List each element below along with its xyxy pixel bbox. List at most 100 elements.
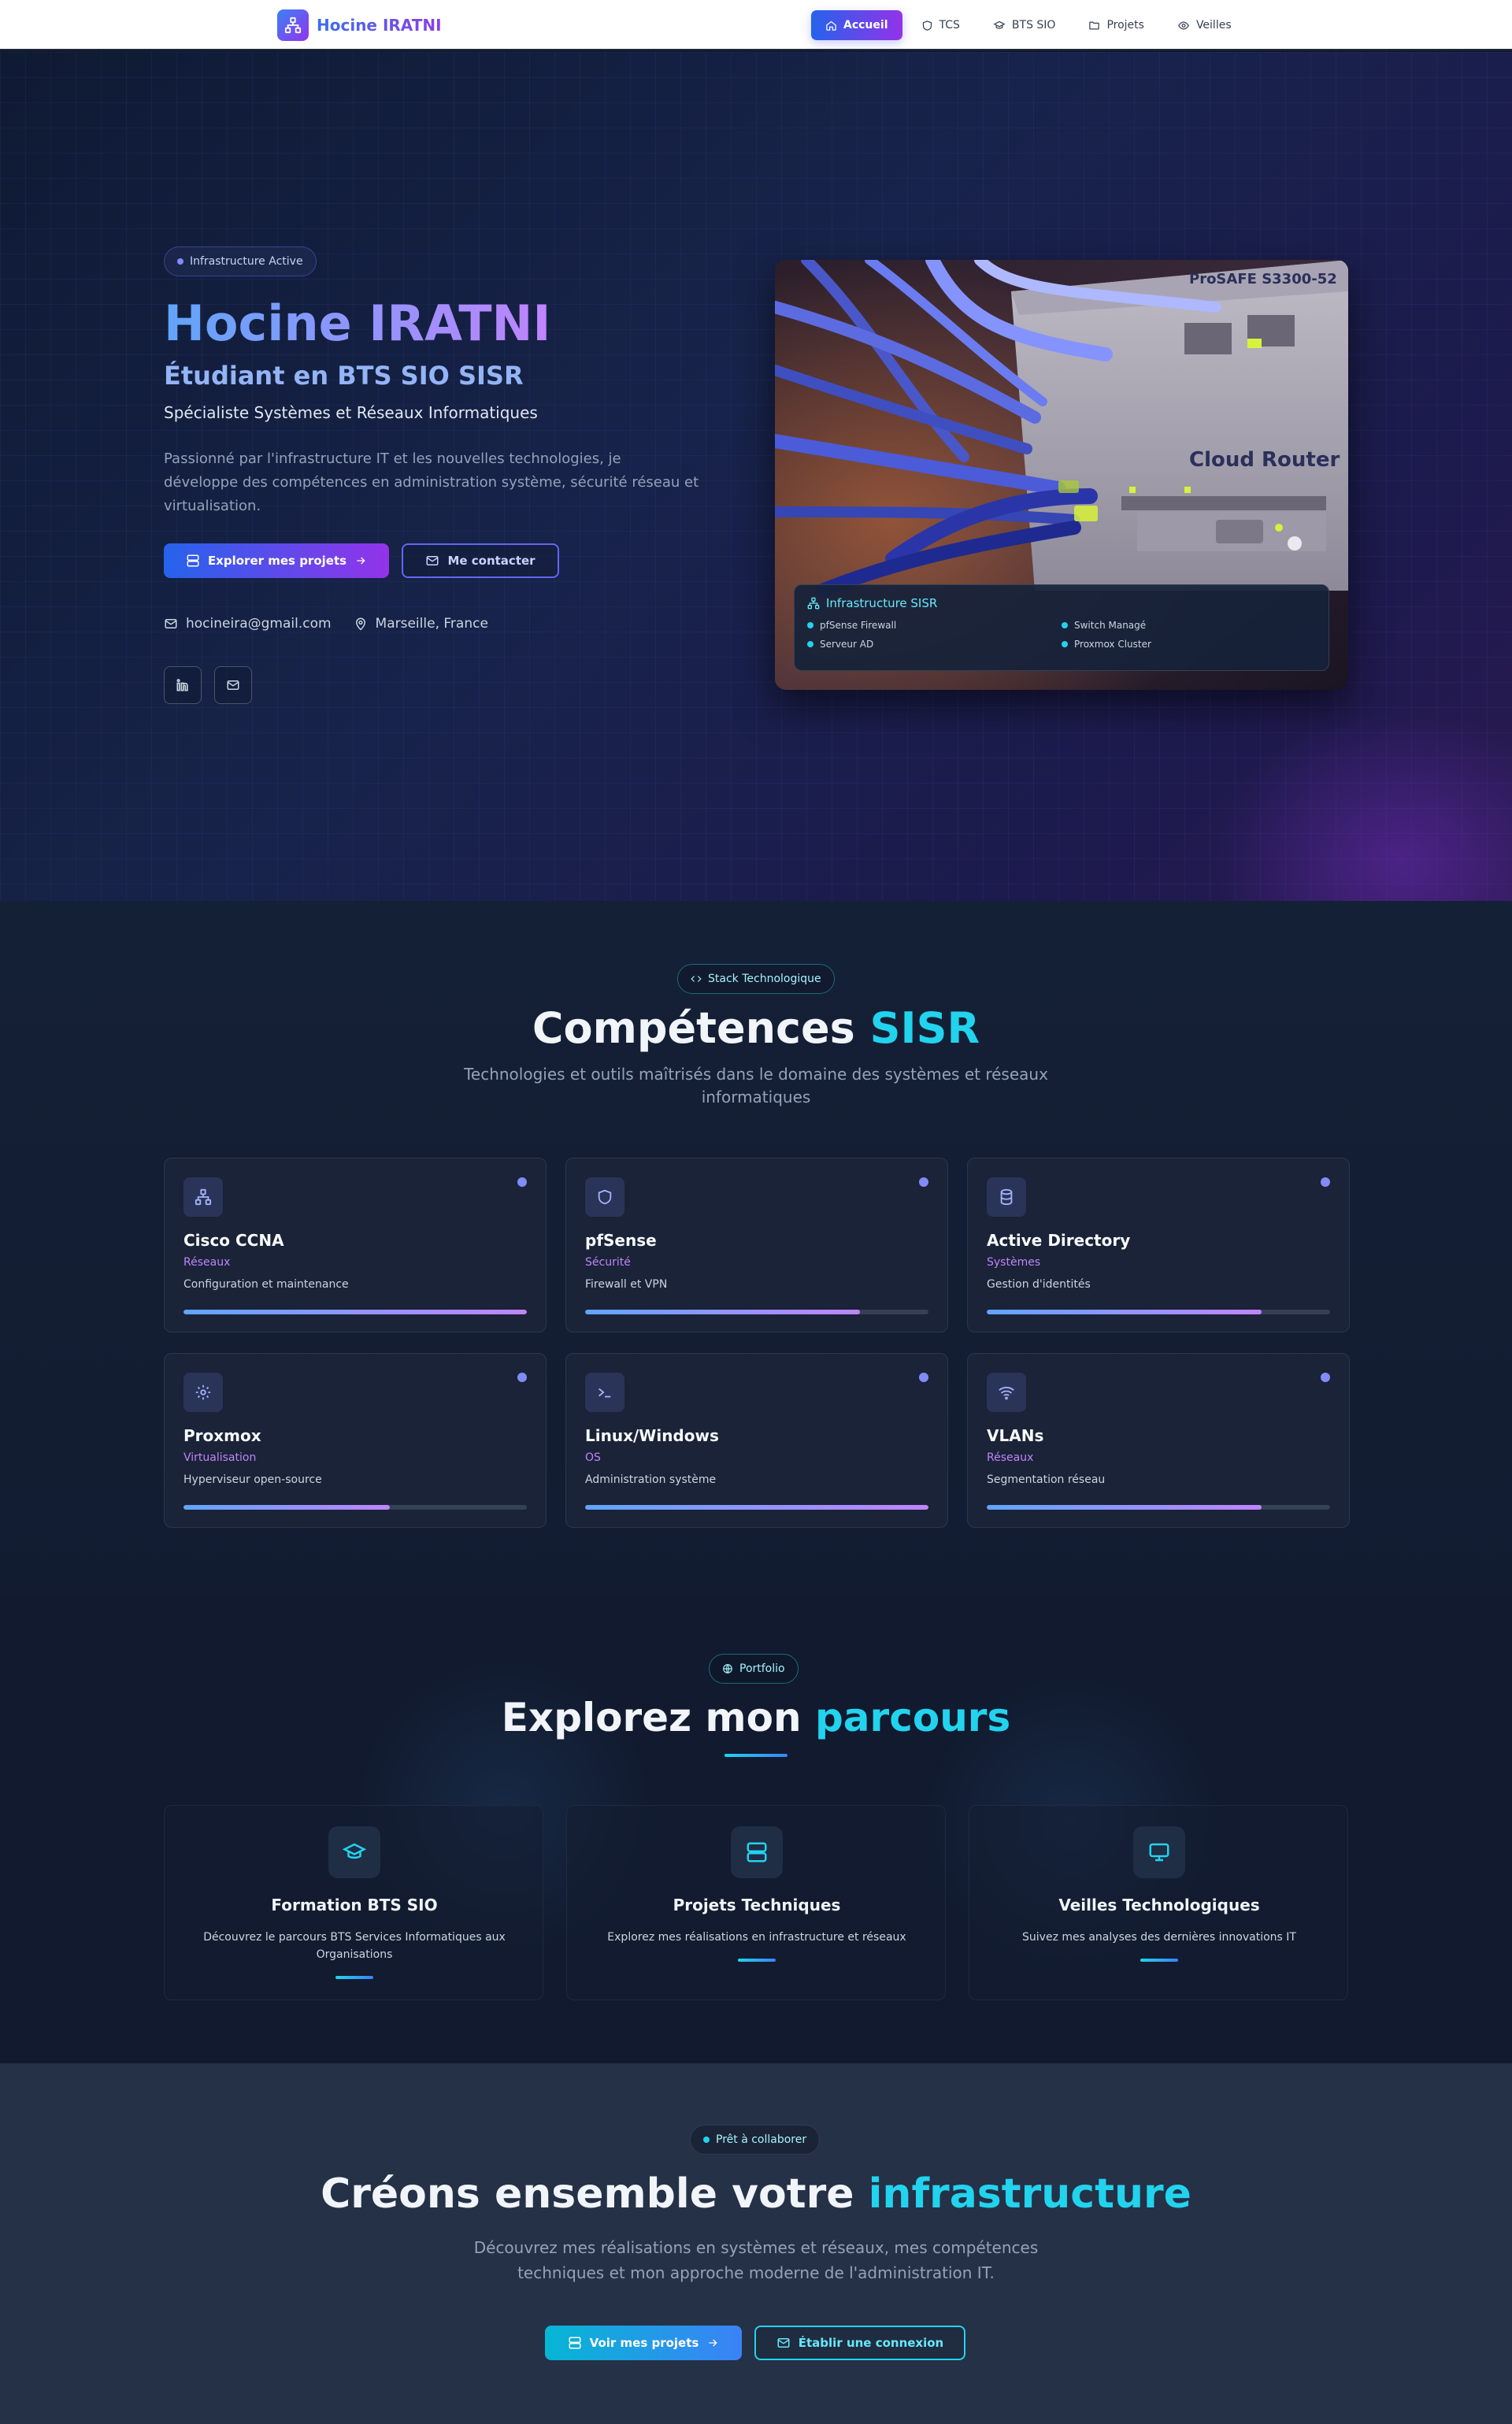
skill-card[interactable]: Cisco CCNA Réseaux Configuration et main… [164,1158,547,1332]
cta-subtitle: Découvrez mes réalisations en systèmes e… [473,2238,1039,2282]
skills-title: Compétences SISR [0,1003,1512,1053]
nav-label: BTS SIO [1011,19,1056,32]
portfolio-card-formation[interactable]: Formation BTS SIO Découvrez le parcours … [164,1805,543,2000]
explore-projects-label: Explorer mes projets [207,554,347,568]
code-icon [691,976,702,982]
status-dot-icon [919,1373,928,1382]
portfolio-card-title: Formation BTS SIO [271,1896,438,1914]
status-dot-icon [1321,1373,1330,1382]
nav-label: Accueil [843,19,888,32]
linkedin-button[interactable] [164,666,202,704]
cta-badge-label: Prêt à collaborer [716,2133,807,2146]
home-icon [826,20,836,31]
status-badge: Infrastructure Active [164,246,317,276]
skill-card[interactable]: Linux/Windows OS Administration système [565,1353,948,1528]
email-text: hocineira@gmail.com [186,616,332,632]
infra-item: Switch Managé [1062,620,1316,631]
skill-description: Hyperviseur open-source [183,1473,322,1486]
mail-icon [777,2338,790,2348]
status-dot-icon [919,1177,928,1187]
skill-card[interactable]: VLANs Réseaux Segmentation réseau [967,1353,1350,1528]
skill-name: Active Directory [987,1231,1131,1250]
brand[interactable]: Hocine IRATNI [277,9,442,41]
mail-icon [227,680,239,690]
mail-icon [165,619,177,628]
nav-item-projets[interactable]: Projets [1074,10,1158,40]
top-navbar: Hocine IRATNI Accueil TCS BTS SIO Projet… [0,0,1512,50]
skill-progress-bar [987,1505,1330,1510]
arrow-right-icon [709,2339,717,2347]
skill-name: Proxmox [183,1426,261,1445]
title-underline [724,1754,788,1757]
nav-label: TCS [939,19,960,32]
hero-name: Hocine IRATNI [164,295,551,352]
main-menu: Accueil TCS BTS SIO Projets Veilles [811,10,1246,40]
skill-description: Configuration et maintenance [183,1278,349,1291]
terminal-icon [585,1373,624,1412]
pulse-dot-icon [177,258,183,265]
skill-card[interactable]: Proxmox Virtualisation Hyperviseur open-… [164,1353,547,1528]
nav-item-accueil[interactable]: Accueil [811,10,902,40]
skill-category: OS [585,1451,601,1464]
portfolio-title: Explorez mon parcours [0,1695,1512,1740]
skill-name: VLANs [987,1426,1044,1445]
hero-specialty: Spécialiste Systèmes et Réseaux Informat… [164,403,538,422]
infra-item: Serveur AD [807,639,1062,650]
skills-badge: Stack Technologique [677,964,835,994]
skills-badge-label: Stack Technologique [708,973,821,985]
connect-button[interactable]: Établir une connexion [754,2326,965,2360]
skill-name: Cisco CCNA [183,1231,284,1250]
skill-category: Réseaux [183,1256,231,1269]
explore-projects-button[interactable]: Explorer mes projets [164,543,389,578]
nav-item-bts-sio[interactable]: BTS SIO [979,10,1070,40]
network-icon [807,597,820,610]
pulse-dot-icon [703,2137,710,2143]
database-icon [987,1177,1026,1217]
portfolio-card-projets[interactable]: Projets Techniques Explorez mes réalisat… [566,1805,946,2000]
portfolio-title-main: Explorez mon [501,1695,802,1740]
nav-label: Projets [1106,19,1144,32]
cta-title-main: Créons ensemble votre [321,2170,854,2218]
infra-item: pfSense Firewall [807,620,1062,631]
infra-item-label: Proxmox Cluster [1074,639,1151,650]
connect-label: Établir une connexion [798,2336,944,2350]
skill-progress-fill [585,1505,928,1510]
linkedin-icon [176,679,188,691]
nav-item-tcs[interactable]: TCS [907,10,974,40]
hero-subtitle: Étudiant en BTS SIO SISR [164,361,524,391]
portfolio-card-description: Explorez mes réalisations en infrastruct… [607,1931,906,1944]
eye-icon [1177,20,1189,30]
skill-card[interactable]: pfSense Sécurité Firewall et VPN [565,1158,948,1332]
status-dot-icon [517,1373,527,1382]
portfolio-card-title: Veilles Technologiques [1058,1896,1260,1914]
nav-item-veilles[interactable]: Veilles [1163,10,1246,40]
purple-glow [1197,696,1512,901]
portfolio-card-description: Suivez mes analyses des dernières innova… [1022,1931,1296,1944]
status-badge-label: Infrastructure Active [190,255,303,268]
skill-description: Segmentation réseau [987,1473,1106,1486]
skill-progress-bar [183,1310,527,1314]
network-logo-icon [277,9,309,41]
contact-button[interactable]: Me contacter [402,543,559,578]
skill-category: Systèmes [987,1256,1041,1269]
portfolio-card-title: Projets Techniques [673,1896,841,1914]
portfolio-title-accent: parcours [815,1695,1011,1740]
infrastructure-title-text: Infrastructure SISR [826,596,938,610]
network-switch-photo: Cloud Router Switch ProSAFE S3300-52 Inf… [775,260,1348,690]
cta-badge: Prêt à collaborer [690,2125,821,2155]
view-projects-button[interactable]: Voir mes projets [545,2326,742,2360]
card-underline [335,1976,373,1979]
skill-category: Réseaux [987,1451,1034,1464]
email-item[interactable]: hocineira@gmail.com [164,616,332,632]
email-social-button[interactable] [214,666,252,704]
skills-title-accent: SISR [869,1003,980,1053]
infrastructure-card-title: Infrastructure SISR [807,596,1316,610]
contact-label: Me contacter [447,554,536,568]
cta-title: Créons ensemble votre infrastructure [0,2170,1512,2218]
wifi-icon [987,1373,1026,1412]
portfolio-card-description: Découvrez le parcours BTS Services Infor… [203,1931,506,1961]
view-projects-label: Voir mes projets [589,2336,699,2350]
portfolio-card-veilles[interactable]: Veilles Technologiques Suivez mes analys… [969,1805,1348,2000]
skill-card[interactable]: Active Directory Systèmes Gestion d'iden… [967,1158,1350,1332]
skill-progress-bar [585,1310,928,1314]
